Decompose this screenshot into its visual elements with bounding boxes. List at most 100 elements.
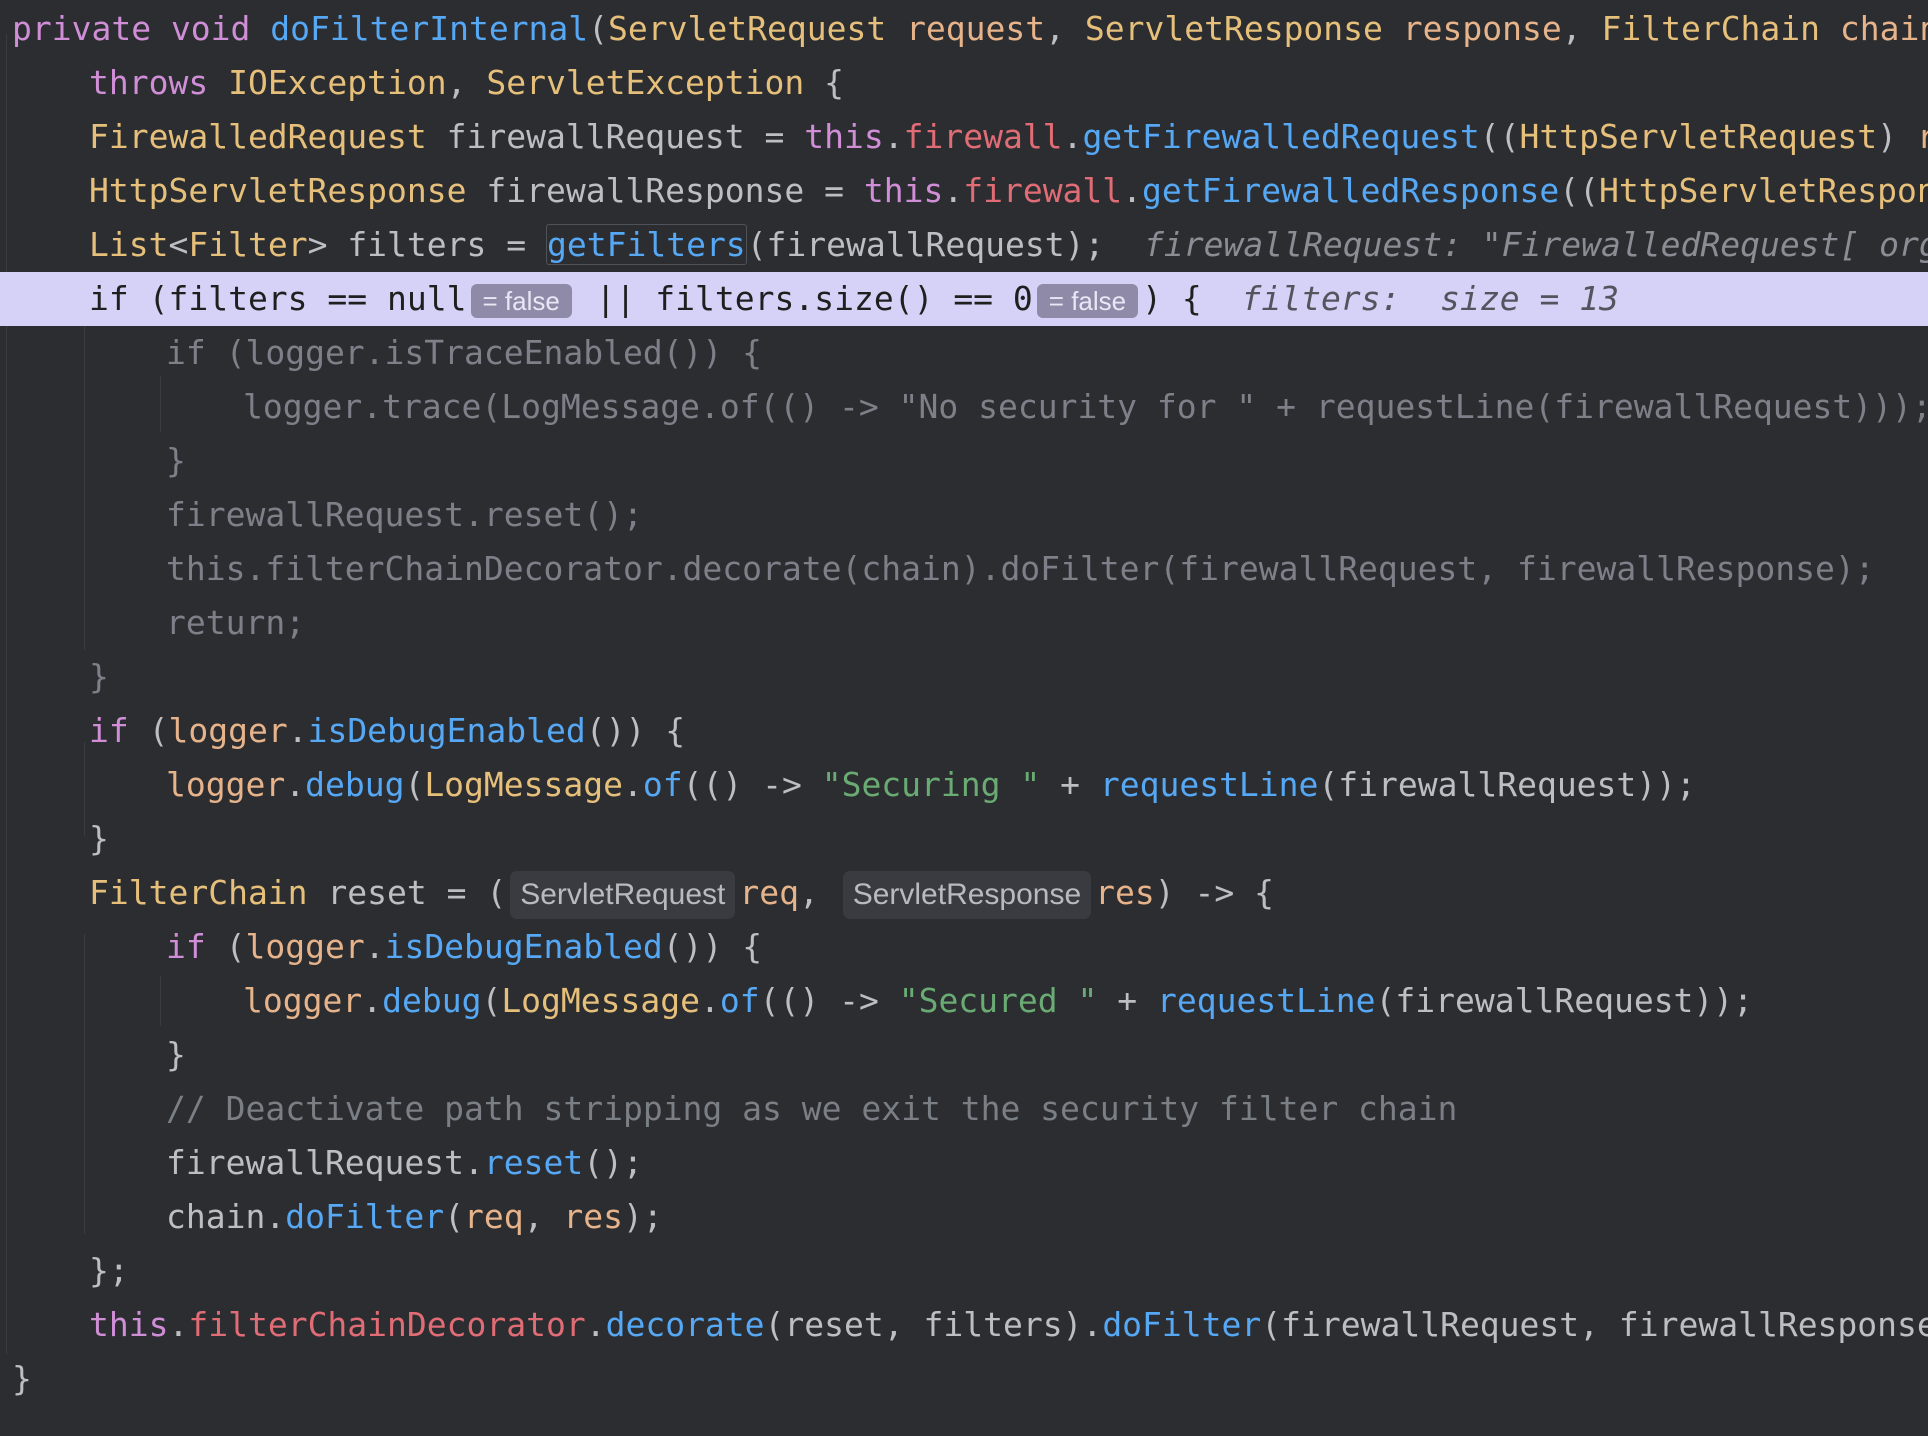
code-line[interactable]: } — [0, 812, 1928, 866]
code-token: logger — [245, 927, 365, 966]
code-line[interactable]: chain.doFilter(req, res); — [0, 1190, 1928, 1244]
code-token: debug — [305, 765, 405, 804]
code-token: . — [362, 981, 383, 1020]
code-token: HttpServletResponse — [89, 171, 487, 210]
code-line[interactable]: if (logger.isDebugEnabled()) { — [0, 920, 1928, 974]
code-token: reset = ( — [327, 873, 507, 912]
code-token: doFilter — [1102, 1305, 1262, 1344]
code-line[interactable]: logger.trace(LogMessage.of(() -> "No sec… — [0, 380, 1928, 434]
code-token: }; — [89, 1251, 129, 1290]
code-token: ) — [1877, 117, 1917, 156]
code-line[interactable]: firewallRequest.reset(); — [0, 1136, 1928, 1190]
code-token: FirewalledRequest — [89, 117, 447, 156]
code-line[interactable]: firewallRequest.reset(); — [0, 488, 1928, 542]
debug-inline-value: firewallRequest: "FirewalledRequest[ org… — [1104, 225, 1928, 264]
code-token: if (logger.isTraceEnabled()) { — [166, 333, 763, 372]
code-token: chain. — [166, 1197, 286, 1236]
code-token: isDebugEnabled — [384, 927, 663, 966]
code-token: HttpServletRequest — [1519, 117, 1878, 156]
code-token: res — [563, 1197, 624, 1236]
code-token: ( — [404, 765, 425, 804]
code-token: (firewallRequest)); — [1375, 981, 1754, 1020]
code-token: chain — [1839, 9, 1928, 48]
code-token: (firewallRequest, firewallResponse); — [1261, 1305, 1928, 1344]
code-token: ); — [623, 1197, 663, 1236]
code-token: < — [168, 225, 189, 264]
code-line[interactable]: HttpServletResponse firewallResponse = t… — [0, 164, 1928, 218]
code-token: ServletRequest — [608, 9, 907, 48]
code-token: response — [1402, 9, 1562, 48]
param-type-hint: ServletRequest — [510, 871, 736, 919]
code-line[interactable]: this.filterChainDecorator.decorate(reset… — [0, 1298, 1928, 1352]
code-token: decorate — [605, 1305, 765, 1344]
code-token: (firewallRequest)); — [1318, 765, 1696, 804]
code-token: req — [464, 1197, 524, 1236]
code-token: debug — [382, 981, 482, 1020]
code-token: requ — [1916, 117, 1928, 156]
code-line[interactable]: if (logger.isTraceEnabled()) { — [0, 326, 1928, 380]
code-token: LogMessage — [424, 765, 623, 804]
code-token: reset — [483, 1143, 584, 1182]
code-token: (( — [1559, 171, 1600, 210]
code-token: firewallResponse = — [486, 171, 864, 210]
code-line[interactable]: return; — [0, 596, 1928, 650]
code-token: res — [1095, 873, 1155, 912]
code-token: ( — [148, 711, 169, 750]
code-line[interactable]: } — [0, 650, 1928, 704]
code-line[interactable]: FirewalledRequest firewallRequest = this… — [0, 110, 1928, 164]
code-token: (() -> — [759, 981, 899, 1020]
code-token: IOException — [228, 63, 447, 102]
code-token: . — [168, 1305, 189, 1344]
code-token: req — [739, 873, 799, 912]
code-token: List — [89, 225, 169, 264]
code-token: isDebugEnabled — [307, 711, 586, 750]
code-token: ()) { — [585, 711, 686, 750]
code-token: this — [89, 1305, 169, 1344]
code-line[interactable]: throws IOException, ServletException { — [0, 56, 1928, 110]
code-line[interactable]: } — [0, 1028, 1928, 1082]
code-line-current[interactable]: if (filters == null = false || filters.si… — [0, 272, 1928, 326]
code-line[interactable]: logger.debug(LogMessage.of(() -> "Secure… — [0, 974, 1928, 1028]
code-line[interactable]: this.filterChainDecorator.decorate(chain… — [0, 542, 1928, 596]
code-token: doFilter — [285, 1197, 445, 1236]
code-token: "Securing " — [821, 765, 1041, 804]
code-line[interactable]: } — [0, 1352, 1928, 1406]
code-token: if — [166, 927, 226, 966]
code-token: if — [89, 711, 149, 750]
code-token: getFirewalledResponse — [1142, 171, 1560, 210]
code-token: ) { — [1142, 279, 1202, 318]
code-line[interactable]: private void doFilterInternal(ServletReq… — [0, 2, 1928, 56]
code-token: } — [166, 441, 186, 480]
code-token: , — [523, 1197, 564, 1236]
code-line[interactable]: // Deactivate path stripping as we exit … — [0, 1082, 1928, 1136]
code-token: throws — [89, 63, 229, 102]
code-token: HttpServletResponse — [1599, 171, 1928, 210]
code-editor[interactable]: private void doFilterInternal(ServletReq… — [0, 0, 1928, 1436]
code-token: + — [1097, 981, 1157, 1020]
code-token: this — [863, 171, 944, 210]
code-line[interactable]: logger.debug(LogMessage.of(() -> "Securi… — [0, 758, 1928, 812]
code-line[interactable]: } — [0, 434, 1928, 488]
code-token: . — [700, 981, 720, 1020]
code-token: return; — [166, 603, 306, 642]
code-token: of — [642, 765, 683, 804]
code-token: getFilters — [546, 224, 747, 265]
code-token: if (filters == null — [89, 279, 467, 318]
code-line[interactable]: if (logger.isDebugEnabled()) { — [0, 704, 1928, 758]
code-token: } — [89, 657, 109, 696]
code-line[interactable]: List<Filter> filters = getFilters(firewa… — [0, 218, 1928, 272]
code-token: FilterChain — [1601, 9, 1840, 48]
code-token: (() -> — [682, 765, 822, 804]
code-token: request — [906, 9, 1046, 48]
code-token: , — [1045, 9, 1085, 48]
code-token: firewall — [903, 117, 1063, 156]
code-token: > filters = — [307, 225, 546, 264]
code-token: (); — [583, 1143, 643, 1182]
code-token: || filters.size() == 0 — [575, 279, 1033, 318]
code-token: } — [12, 1359, 32, 1398]
code-line[interactable]: FilterChain reset = (ServletRequest req, … — [0, 866, 1928, 920]
code-token: filterChainDecorator — [188, 1305, 586, 1344]
code-token: } — [89, 819, 109, 858]
code-token: FilterChain — [89, 873, 328, 912]
code-line[interactable]: }; — [0, 1244, 1928, 1298]
